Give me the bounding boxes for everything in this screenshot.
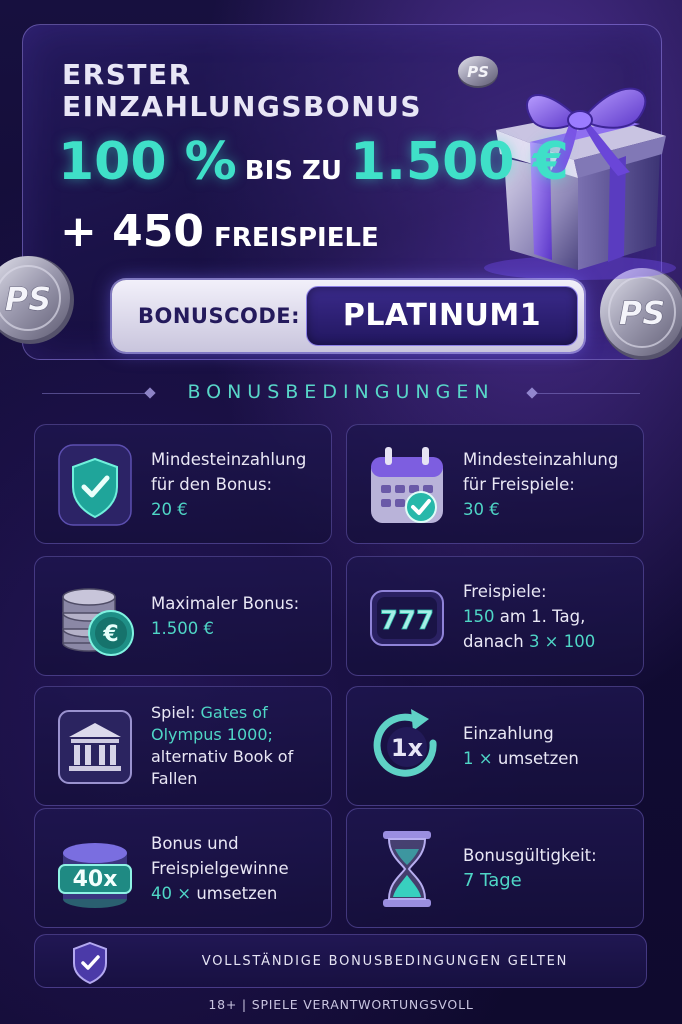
- card-line1: Freispiele:: [463, 581, 547, 601]
- spins-first-day-label: am 1. Tag,: [494, 606, 586, 626]
- wager-multiplier: 40 ×: [151, 883, 192, 903]
- card-line2: 1 × umsetzen: [463, 746, 639, 771]
- game-prefix: Spiel:: [151, 703, 201, 722]
- card-text: Spiel: Gates of Olympus 1000; alternativ…: [151, 687, 327, 805]
- card-line1: Bonus und: [151, 833, 239, 853]
- card-text: Mindesteinzahlung für den Bonus: 20 €: [151, 425, 327, 543]
- coin-left-icon: PS: [0, 256, 74, 344]
- bonus-code-value[interactable]: PLATINUM1: [306, 286, 578, 346]
- card-line1: Einzahlung: [463, 724, 554, 743]
- card-game-text: Spiel: Gates of Olympus 1000; alternativ…: [151, 702, 327, 790]
- card-line3: danach 3 × 100: [463, 629, 639, 654]
- condition-card-validity: Bonusgültigkeit: 7 Tage: [346, 808, 644, 928]
- condition-card-min-deposit-bonus: Mindesteinzahlung für den Bonus: 20 €: [34, 424, 332, 544]
- slot-777-icon: 777: [370, 590, 444, 646]
- terms-notice-bar[interactable]: VOLLSTÄNDIGE BONUSBEDINGUNGEN GELTEN: [34, 934, 647, 988]
- bonus-max-amount: 1.500 €: [349, 132, 569, 192]
- card-value: 7 Tage: [463, 870, 522, 891]
- card-value: 30 €: [463, 499, 500, 519]
- bonus-code-bar: BONUSCODE: PLATINUM1: [112, 280, 584, 352]
- card-line1: Maximaler Bonus:: [151, 594, 300, 613]
- coin-stack-40x-icon: 40x: [58, 843, 132, 908]
- condition-card-bonus-wagering: 40x Bonus und Freispielgewinne 40 × umse…: [34, 808, 332, 928]
- hourglass-icon: [383, 831, 431, 907]
- card-line3: 40 × umsetzen: [151, 881, 327, 906]
- terms-notice-text: VOLLSTÄNDIGE BONUSBEDINGUNGEN GELTEN: [201, 954, 569, 969]
- condition-card-min-deposit-spins: Mindesteinzahlung für Freispiele: 30 €: [346, 424, 644, 544]
- free-spins-label: FREISPIELE: [214, 223, 379, 253]
- bonus-percent: 100 %: [58, 132, 237, 192]
- slot-777-label: 777: [380, 606, 434, 636]
- spins-first-day-count: 150: [463, 606, 495, 626]
- wager-label: umsetzen: [191, 883, 278, 903]
- responsible-gaming-note: 18+ | SPIELE VERANTWORTUNGSVOLL: [208, 997, 474, 1012]
- temple-icon: [58, 710, 132, 784]
- spins-then-prefix: danach: [463, 631, 529, 651]
- card-line2: für Freispiele:: [463, 474, 575, 494]
- card-value: 1.500 €: [151, 619, 214, 638]
- condition-card-max-bonus: € Maximaler Bonus: 1.500 €: [34, 556, 332, 676]
- condition-card-free-spins: 777 Freispiele: 150 am 1. Tag, danach 3 …: [346, 556, 644, 676]
- rotate-1x-label: 1x: [391, 734, 424, 762]
- hero-title-line2: EINZAHLUNGSBONUS: [62, 90, 423, 123]
- free-spins-count: + 450: [60, 206, 205, 257]
- coin-left-label: PS: [5, 280, 52, 318]
- wager-label: umsetzen: [492, 749, 579, 768]
- card-line1: Mindesteinzahlung: [151, 449, 307, 469]
- bonus-up-to: BIS ZU: [244, 156, 342, 186]
- condition-card-game: Spiel: Gates of Olympus 1000; alternativ…: [34, 686, 332, 806]
- card-value: 20 €: [151, 499, 188, 519]
- hero-bonus-amount: 100 % BIS ZU 1.500 €: [58, 132, 569, 192]
- section-divider-right: [536, 393, 640, 394]
- card-text: Bonusgültigkeit: 7 Tage: [463, 809, 639, 927]
- card-text: Bonus und Freispielgewinne 40 × umsetzen: [151, 809, 327, 927]
- shield-check-icon: [73, 941, 107, 985]
- svg-text:€: €: [102, 622, 118, 647]
- spins-then-value: 3 × 100: [528, 631, 596, 651]
- hero-title-line1: ERSTER: [62, 58, 192, 91]
- calendar-check-icon: [371, 447, 443, 523]
- card-line1: Bonusgültigkeit:: [463, 846, 597, 865]
- card-text: Freispiele: 150 am 1. Tag, danach 3 × 10…: [463, 557, 639, 675]
- condition-card-deposit-wagering: 1x Einzahlung 1 × umsetzen: [346, 686, 644, 806]
- bonus-code-label: BONUSCODE:: [138, 304, 301, 328]
- euro-coins-icon: €: [62, 588, 134, 656]
- card-line1: Mindesteinzahlung: [463, 449, 619, 469]
- rotate-1x-icon: 1x: [373, 709, 437, 777]
- shield-check-icon: [58, 444, 132, 526]
- card-text: Maximaler Bonus: 1.500 €: [151, 557, 327, 675]
- card-text: Mindesteinzahlung für Freispiele: 30 €: [463, 425, 639, 543]
- coin-stack-40x-label: 40x: [73, 867, 118, 892]
- card-text: Einzahlung 1 × umsetzen: [463, 687, 639, 805]
- card-line2: Freispielgewinne: [151, 858, 289, 878]
- wager-multiplier: 1 ×: [463, 749, 493, 768]
- section-title: BONUSBEDINGUNGEN: [187, 381, 495, 403]
- game-alternative: alternativ Book of Fallen: [151, 747, 294, 788]
- coin-right-label: PS: [619, 294, 666, 332]
- hero-free-spins: + 450 FREISPIELE: [60, 206, 379, 257]
- card-line2: 150 am 1. Tag,: [463, 604, 639, 629]
- card-line2: für den Bonus:: [151, 474, 273, 494]
